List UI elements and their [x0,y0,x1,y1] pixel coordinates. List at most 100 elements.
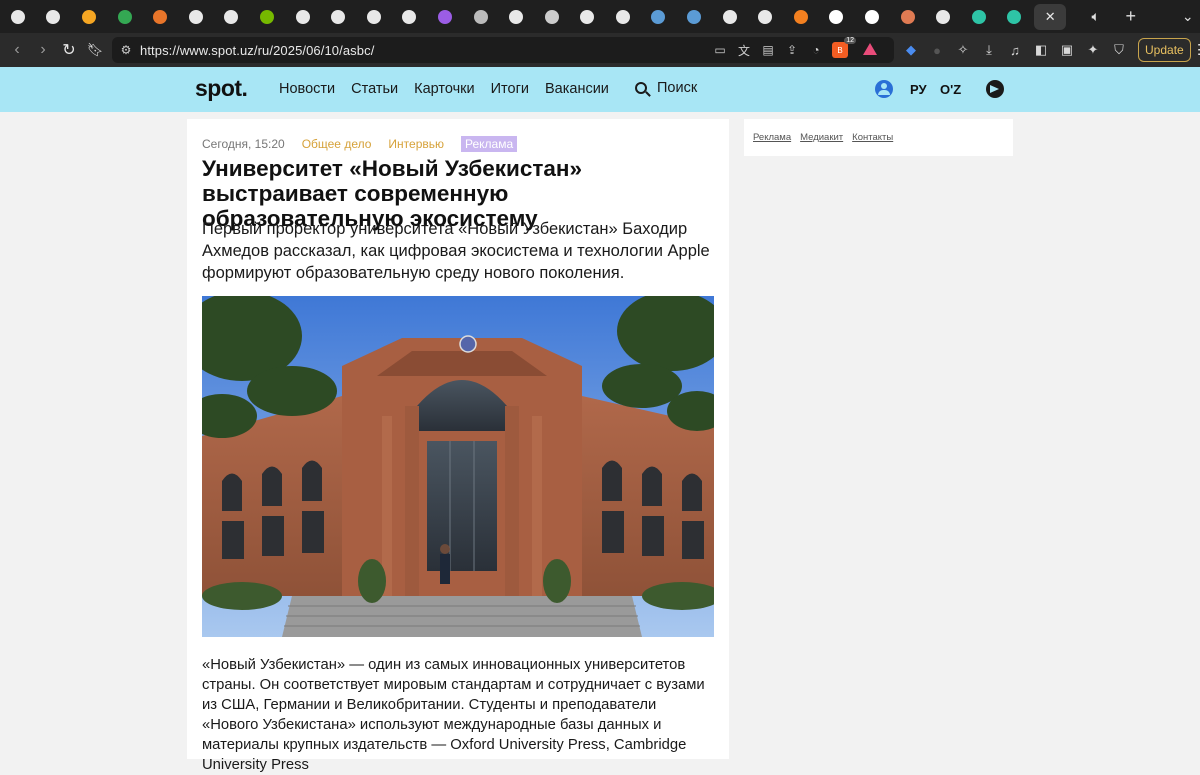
browser-tab[interactable] [427,4,463,30]
browser-tab[interactable] [925,4,961,30]
browser-tab[interactable] [178,4,214,30]
sidebar-link-contacts[interactable]: Контакты [852,132,893,143]
extension-blue-icon[interactable]: ◆ [898,42,924,58]
browser-tab[interactable] [819,4,855,30]
address-bar[interactable]: ⚙︎ https://www.spot.uz/ru/2025/06/10/asb… [112,37,894,63]
github-icon [580,9,595,24]
browser-tab[interactable] [214,4,250,30]
github-icon [295,9,310,24]
article-date: Сегодня, 15:20 [202,137,285,151]
browser-tab[interactable] [392,4,428,30]
browser-tab[interactable] [997,4,1033,30]
openai-icon [188,9,203,24]
nav-cards[interactable]: Карточки [414,81,474,97]
brave-shields-icon[interactable]: B 12 [828,37,856,59]
article-photo [202,296,714,637]
browser-tab[interactable] [783,4,819,30]
address-bar-actions: ▭ 文 ▤ ⇪ ◔ B 12 [708,37,882,63]
github-icon [402,9,417,24]
vpn-shield-icon[interactable]: ⛉ [1106,42,1132,58]
close-icon[interactable]: ✕ [1045,9,1056,25]
k-icon [651,9,666,24]
lang-uz-link[interactable]: O'Z [940,82,961,97]
nav-vacancies[interactable]: Вакансии [545,81,609,97]
browser-tab[interactable] [498,4,534,30]
music-icon[interactable]: ♫ [1002,43,1028,58]
browser-tab[interactable] [676,4,712,30]
browser-tab[interactable] [961,4,997,30]
cast-icon[interactable]: ▭ [708,43,732,57]
site-settings-icon[interactable]: ⚙︎ [112,43,140,57]
browser-tab[interactable] [854,4,890,30]
nvidia-icon [259,9,274,24]
browser-tab[interactable] [747,4,783,30]
back-icon[interactable]: ‹ [4,41,30,59]
browser-tab[interactable] [142,4,178,30]
search-link[interactable]: Поиск [635,80,697,96]
github-icon [615,9,630,24]
site-header: spot. Новости Статьи Карточки Итоги Вака… [0,67,1200,112]
brave-rewards-icon[interactable] [858,42,882,58]
browser-tab[interactable] [641,4,677,30]
reader-icon[interactable]: ▤ [756,43,780,57]
article-meta: Сегодня, 15:20 Общее дело Интервью Рекла… [202,136,518,152]
leo-ai-icon[interactable]: ✦ [1080,42,1106,58]
browser-tab[interactable] [36,4,72,30]
article-body: «Новый Узбекистан» — один из самых иннов… [202,657,705,773]
reload-icon[interactable]: ↻ [56,40,82,60]
github-icon [10,9,25,24]
globe-icon [473,9,488,24]
wallet-icon[interactable]: ▣ [1054,42,1080,58]
browser-tab[interactable] [320,4,356,30]
browser-tab[interactable] [890,4,926,30]
sidebar-link-ads[interactable]: Реклама [753,132,791,143]
nav-articles[interactable]: Статьи [351,81,398,97]
browser-tab[interactable] [570,4,606,30]
active-tab[interactable]: ✕ [1034,3,1067,30]
site-logo[interactable]: spot. [195,75,248,102]
search-icon [635,82,647,94]
update-button[interactable]: Update [1138,38,1191,62]
forward-icon[interactable]: › [30,41,56,59]
bookmark-icon[interactable]: 🔖︎ [82,42,108,58]
sidebar-links: Реклама Медиакит Контакты [744,119,1013,156]
nav-results[interactable]: Итоги [491,81,529,97]
browser-tab[interactable] [71,4,107,30]
browser-tab[interactable] [463,4,499,30]
category-link[interactable]: Интервью [388,137,444,151]
browser-tab[interactable] [285,4,321,30]
download-icon[interactable]: ⤓ [976,42,1002,58]
github-icon [936,9,951,24]
browser-tab-strip: ✕ 🔈︎ + ⌄ [0,0,1200,33]
rss-icon[interactable]: ◔ [804,43,828,57]
browser-tab[interactable] [534,4,570,30]
new-tab-icon[interactable]: + [1113,6,1148,27]
speaker-icon[interactable]: 🔈︎ [1078,8,1113,25]
sparkle-icon [153,9,168,24]
sidebar-link-mediakit[interactable]: Медиакит [800,132,843,143]
sidebar-icon[interactable]: ◧ [1028,42,1054,58]
browser-tab[interactable] [712,4,748,30]
category-link[interactable]: Общее дело [302,137,372,151]
telegram-icon[interactable] [986,80,1004,98]
browser-tab[interactable] [356,4,392,30]
share-icon[interactable]: ⇪ [780,43,804,57]
a-icon [865,9,880,24]
browser-tab[interactable] [605,4,641,30]
openai-icon [224,9,239,24]
lang-ru-link[interactable]: РУ [910,82,927,97]
brave-count: 12 [844,37,856,45]
browser-tab[interactable] [107,4,143,30]
translate-icon[interactable]: 文 [732,42,756,59]
extension-dark-icon[interactable]: ● [924,43,950,58]
url-text[interactable]: https://www.spot.uz/ru/2025/06/10/asbc/ [140,43,374,58]
browser-tab[interactable] [0,4,36,30]
user-icon[interactable] [875,80,893,98]
menu-icon[interactable]: ☰ [1191,41,1200,59]
chevron-down-icon[interactable]: ⌄ [1170,8,1200,25]
github-icon [509,9,524,24]
chat-icon [971,9,986,24]
nav-news[interactable]: Новости [279,81,335,97]
puzzle-icon[interactable]: ✧ [950,42,976,58]
browser-tab[interactable] [249,4,285,30]
